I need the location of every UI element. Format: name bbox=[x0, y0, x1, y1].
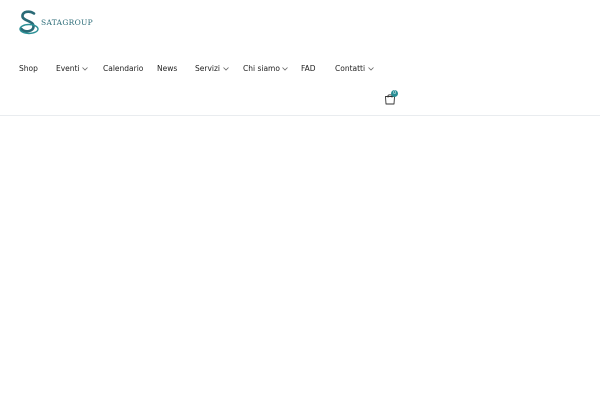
site-logo[interactable]: SATAGROUP bbox=[18, 9, 93, 35]
nav-item-fad[interactable]: FAD bbox=[301, 60, 316, 76]
nav-item-shop[interactable]: Shop bbox=[19, 60, 38, 76]
page: SATAGROUP Shop Eventi Calendario News Se… bbox=[0, 0, 600, 400]
main-nav: Shop Eventi Calendario News Servizi Chi … bbox=[0, 60, 600, 76]
cart-count-badge: 0 bbox=[391, 90, 398, 97]
chevron-down-icon bbox=[282, 66, 289, 71]
nav-item-news[interactable]: News bbox=[157, 60, 177, 76]
cart-button[interactable]: 0 bbox=[384, 90, 400, 106]
nav-item-label: Eventi bbox=[56, 63, 80, 73]
nav-item-calendario[interactable]: Calendario bbox=[103, 60, 143, 76]
logo-text: SATAGROUP bbox=[41, 18, 94, 27]
nav-item-chi-siamo[interactable]: Chi siamo bbox=[243, 60, 289, 76]
nav-item-label: News bbox=[157, 63, 178, 73]
nav-item-servizi[interactable]: Servizi bbox=[195, 60, 229, 76]
nav-item-label: Contatti bbox=[335, 63, 366, 73]
nav-item-label: FAD bbox=[301, 63, 316, 73]
nav-item-label: Chi siamo bbox=[243, 63, 280, 73]
nav-item-eventi[interactable]: Eventi bbox=[56, 60, 88, 76]
logo-s-icon bbox=[19, 10, 39, 35]
nav-item-contatti[interactable]: Contatti bbox=[335, 60, 374, 76]
nav-item-label: Calendario bbox=[103, 63, 144, 73]
nav-item-label: Shop bbox=[19, 63, 38, 73]
site-header: SATAGROUP Shop Eventi Calendario News Se… bbox=[0, 0, 600, 116]
chevron-down-icon bbox=[82, 66, 88, 71]
chevron-down-icon bbox=[367, 66, 374, 71]
nav-item-label: Servizi bbox=[195, 63, 221, 73]
chevron-down-icon bbox=[222, 66, 229, 71]
